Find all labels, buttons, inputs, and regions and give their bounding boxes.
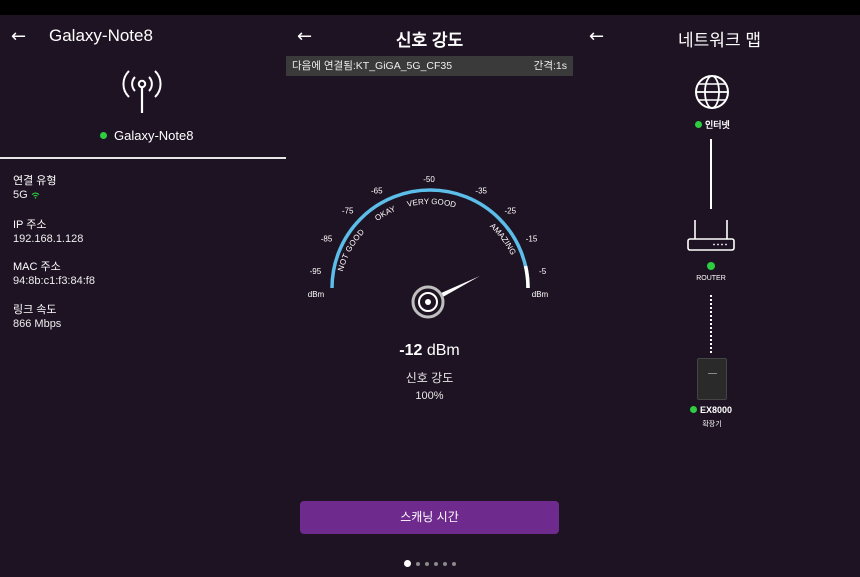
connection-type-label: 연결 유형 [13, 175, 57, 187]
extender-node-label: EX8000 [690, 405, 732, 415]
zone-very-good: VERY GOOD [406, 197, 457, 210]
status-bar [0, 0, 860, 15]
gauge-tick-label: -25 [505, 207, 517, 216]
signal-strength-panel: ← 신호 강도 다음에 연결됨:KT_GiGA_5G_CF35 간격:1s -9… [286, 15, 573, 577]
signal-reading-label: 신호 강도 [405, 371, 454, 385]
extender-label: EX8000 [700, 405, 733, 415]
antenna-icon [122, 70, 162, 113]
gauge-tick-label: -85 [321, 234, 333, 243]
connected-network-text: 다음에 연결됨:KT_GiGA_5G_CF35 [292, 60, 453, 72]
ip-address-label: IP 주소 [13, 219, 47, 231]
globe-icon[interactable] [694, 74, 730, 110]
gauge-unit-left: dBm [308, 290, 325, 299]
internet-status-dot [695, 121, 702, 129]
device-detail-panel: ← Galaxy-Note8 Galaxy-Note8 연결 유형 5G IP … [0, 15, 286, 577]
connection-type-value: 5G [13, 189, 28, 201]
back-arrow-icon[interactable]: ← [11, 27, 35, 47]
mac-address-label: MAC 주소 [13, 261, 61, 273]
extender-icon[interactable] [697, 358, 727, 400]
signal-reading-value: -12 [399, 342, 423, 359]
scan-time-button[interactable]: 스캐닝 시간 [300, 501, 559, 534]
router-icon[interactable] [686, 217, 736, 253]
network-map-panel: ← 네트워크 맵 인터넷 ROUTER EX8000 확장기 [573, 15, 860, 577]
gauge-tick-label: -95 [310, 267, 322, 276]
gauge-tick-label: -65 [371, 187, 383, 196]
ip-address-info: IP 주소 192.168.1.128 [13, 218, 83, 246]
internet-router-link [710, 139, 712, 209]
gauge-tick-label: -75 [342, 207, 354, 216]
signal-reading: -12 dBm [286, 342, 573, 360]
signal-gauge: -95-85-75-65-50-35-25-15-5 dBm dBm NOT G… [308, 175, 549, 319]
interval-text: 간격:1s [533, 60, 567, 72]
signal-reading-unit: dBm [422, 342, 460, 359]
page-dot[interactable] [415, 561, 420, 566]
page-dot[interactable] [424, 561, 429, 566]
device-status: Galaxy-Note8 [100, 128, 193, 143]
page-dot[interactable] [451, 561, 456, 566]
extender-type-label: 확장기 [702, 421, 722, 428]
page-dot[interactable] [403, 560, 411, 568]
link-speed-label: 링크 속도 [13, 304, 57, 316]
link-speed-value: 866 Mbps [13, 318, 62, 330]
gauge-tick-label: -15 [526, 234, 538, 243]
gauge-arc-end [523, 265, 530, 289]
page-dot[interactable] [433, 561, 438, 566]
divider [0, 157, 286, 159]
internet-node-label: 인터넷 [695, 118, 730, 131]
link-speed-info: 링크 속도 866 Mbps [13, 303, 61, 331]
mac-address-info: MAC 주소 94:8b:c1:f3:84:f8 [13, 260, 95, 288]
page-dot[interactable] [442, 561, 447, 566]
router-status-dot [707, 262, 715, 270]
mac-address-value: 94:8b:c1:f3:84:f8 [13, 275, 95, 287]
online-status-dot [100, 131, 107, 139]
gauge-tick-label: -50 [423, 175, 435, 184]
wifi-icon [31, 192, 40, 199]
connection-type-info: 연결 유형 5G [13, 174, 57, 202]
signal-percent: 100% [415, 390, 444, 402]
device-status-name: Galaxy-Note8 [114, 128, 194, 143]
svg-text:VERY GOOD: VERY GOOD [406, 197, 457, 210]
router-label: ROUTER [696, 275, 726, 282]
gauge-unit-right: dBm [532, 290, 549, 299]
signal-title: 신호 강도 [395, 31, 464, 50]
gauge-tick-label: -35 [475, 187, 487, 196]
internet-label: 인터넷 [705, 120, 730, 130]
router-extender-link [710, 295, 712, 353]
page-indicator[interactable] [286, 555, 573, 573]
gauge-tick-label: -5 [539, 267, 547, 276]
extender-status-dot [690, 406, 697, 414]
gauge-needle [411, 276, 480, 319]
network-map-title: 네트워크 맵 [678, 31, 761, 50]
connection-info-bar: 다음에 연결됨:KT_GiGA_5G_CF35 간격:1s [286, 56, 573, 76]
device-title: Galaxy-Note8 [49, 26, 153, 45]
ip-address-value: 192.168.1.128 [13, 233, 84, 245]
